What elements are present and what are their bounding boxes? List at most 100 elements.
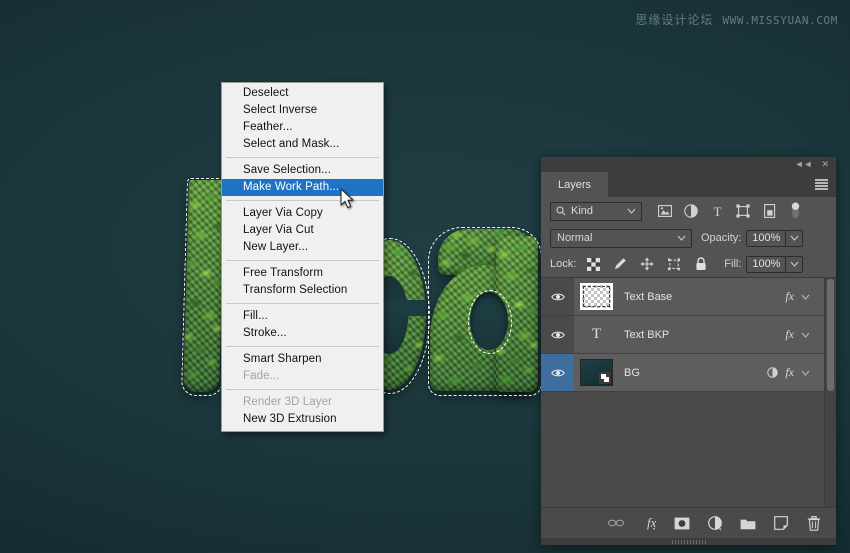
menu-item-smart-sharpen[interactable]: Smart Sharpen	[222, 351, 383, 368]
layer-list-scrollbar[interactable]	[824, 278, 836, 507]
menu-item-layer-via-cut[interactable]: Layer Via Cut	[222, 222, 383, 239]
lock-row: Lock:	[541, 251, 836, 277]
filter-kind-label: Kind	[571, 205, 593, 217]
layer-fx-icon[interactable]: fx	[785, 289, 794, 304]
layer-effects-visibility-icon[interactable]	[767, 367, 778, 378]
menu-separator	[226, 303, 379, 304]
filter-toggle-switch[interactable]	[788, 204, 802, 218]
menu-separator	[226, 389, 379, 390]
chevron-down-icon[interactable]	[677, 235, 686, 241]
smart-object-filter-icon[interactable]	[762, 204, 776, 218]
type-filter-icon[interactable]: T	[710, 204, 724, 218]
menu-item-new-3d-extrusion[interactable]: New 3D Extrusion	[222, 411, 383, 428]
lock-position-icon[interactable]	[640, 257, 654, 271]
panel-titlebar: ◄◄ ✕	[541, 157, 836, 172]
menu-item-free-transform[interactable]: Free Transform	[222, 265, 383, 282]
pixel-filter-icon[interactable]	[658, 204, 672, 218]
shape-filter-icon[interactable]	[736, 204, 750, 218]
opacity-input[interactable]: 100%	[746, 230, 786, 247]
add-layer-mask-icon[interactable]	[674, 515, 690, 531]
chevron-down-icon[interactable]	[627, 208, 636, 214]
menu-item-feather[interactable]: Feather...	[222, 119, 383, 136]
layer-visibility-toggle[interactable]	[541, 316, 574, 353]
panel-resize-grip[interactable]	[541, 538, 836, 545]
layer-row[interactable]: T Text BKP fx	[541, 316, 836, 354]
menu-separator	[226, 260, 379, 261]
menu-item-save-selection[interactable]: Save Selection...	[222, 162, 383, 179]
svg-text:T: T	[713, 205, 721, 218]
new-adjustment-layer-icon[interactable]	[707, 515, 723, 531]
blend-mode-select[interactable]: Normal	[550, 229, 692, 248]
collapse-panel-icon[interactable]: ◄◄	[795, 160, 813, 169]
leaf-letter-a-counter	[470, 292, 508, 350]
tab-layers-label: Layers	[558, 179, 591, 191]
panel-menu-icon[interactable]	[815, 179, 828, 190]
opacity-label: Opacity:	[701, 232, 741, 244]
menu-separator	[226, 157, 379, 158]
layer-visibility-toggle[interactable]	[541, 278, 574, 315]
lock-image-pixels-icon[interactable]	[613, 257, 627, 271]
menu-item-new-layer[interactable]: New Layer...	[222, 239, 383, 256]
blend-mode-row: Normal Opacity: 100%	[541, 225, 836, 251]
layer-visibility-toggle[interactable]	[541, 354, 574, 391]
lock-all-icon[interactable]	[694, 257, 708, 271]
menu-item-render-3d-layer: Render 3D Layer	[222, 394, 383, 411]
new-layer-icon[interactable]	[773, 515, 789, 531]
menu-item-make-work-path[interactable]: Make Work Path...	[222, 179, 383, 196]
chevron-down-icon	[790, 261, 799, 267]
fill-input[interactable]: 100%	[746, 256, 786, 273]
add-layer-style-icon[interactable]: fx	[641, 515, 657, 531]
layer-indicators: fx	[767, 365, 810, 380]
menu-separator	[226, 200, 379, 201]
adjustment-filter-icon[interactable]	[684, 204, 698, 218]
menu-item-transform-selection[interactable]: Transform Selection	[222, 282, 383, 299]
leaf-letter-l	[183, 180, 225, 392]
layer-fx-icon[interactable]: fx	[785, 327, 794, 342]
new-group-icon[interactable]	[740, 515, 756, 531]
filter-kind-select[interactable]: Kind	[550, 202, 642, 221]
grip-dots	[672, 540, 706, 544]
link-layers-icon[interactable]	[608, 515, 624, 531]
tab-layers[interactable]: Layers	[541, 172, 608, 197]
layer-thumbnail-text-base[interactable]	[580, 283, 613, 310]
svg-text:fx: fx	[647, 515, 657, 530]
layer-row[interactable]: Text Base fx	[541, 278, 836, 316]
layers-panel[interactable]: ◄◄ ✕ Layers Kind	[541, 157, 836, 545]
layer-visibility-icon[interactable]	[551, 292, 565, 302]
menu-item-fill[interactable]: Fill...	[222, 308, 383, 325]
close-panel-icon[interactable]: ✕	[821, 160, 829, 169]
menu-item-select-inverse[interactable]: Select Inverse	[222, 102, 383, 119]
chevron-down-icon[interactable]	[801, 294, 810, 300]
layer-name: Text Base	[624, 291, 672, 303]
type-layer-glyph: T	[592, 326, 601, 343]
layer-indicators: fx	[785, 289, 810, 304]
layer-visibility-icon[interactable]	[551, 330, 565, 340]
menu-separator	[226, 346, 379, 347]
fill-stepper-chevron[interactable]	[786, 256, 803, 273]
layer-name: BG	[624, 367, 640, 379]
blend-mode-value: Normal	[557, 232, 592, 244]
opacity-stepper-chevron[interactable]	[786, 230, 803, 247]
menu-item-select-and-mask[interactable]: Select and Mask...	[222, 136, 383, 153]
smart-object-badge-icon	[599, 372, 611, 384]
layer-thumbnail-type[interactable]: T	[580, 321, 613, 348]
layer-filter-row: Kind T	[541, 197, 836, 225]
lock-artboard-nesting-icon[interactable]	[667, 257, 681, 271]
context-menu[interactable]: DeselectSelect InverseFeather...Select a…	[221, 82, 384, 432]
menu-item-stroke[interactable]: Stroke...	[222, 325, 383, 342]
search-icon	[556, 206, 566, 216]
layer-list[interactable]: Text Base fx T Text BKP fx BG fx	[541, 277, 836, 507]
layer-thumbnail-bg[interactable]	[580, 359, 613, 386]
layer-name: Text BKP	[624, 329, 669, 341]
panel-tabbar: Layers	[541, 172, 836, 197]
scrollbar-thumb[interactable]	[827, 279, 834, 391]
delete-layer-icon[interactable]	[806, 515, 822, 531]
layer-visibility-icon[interactable]	[551, 368, 565, 378]
menu-item-deselect[interactable]: Deselect	[222, 85, 383, 102]
layer-row[interactable]: BG fx	[541, 354, 836, 392]
layer-fx-icon[interactable]: fx	[785, 365, 794, 380]
lock-transparent-pixels-icon[interactable]	[586, 257, 600, 271]
chevron-down-icon[interactable]	[801, 332, 810, 338]
chevron-down-icon[interactable]	[801, 370, 810, 376]
menu-item-layer-via-copy[interactable]: Layer Via Copy	[222, 205, 383, 222]
